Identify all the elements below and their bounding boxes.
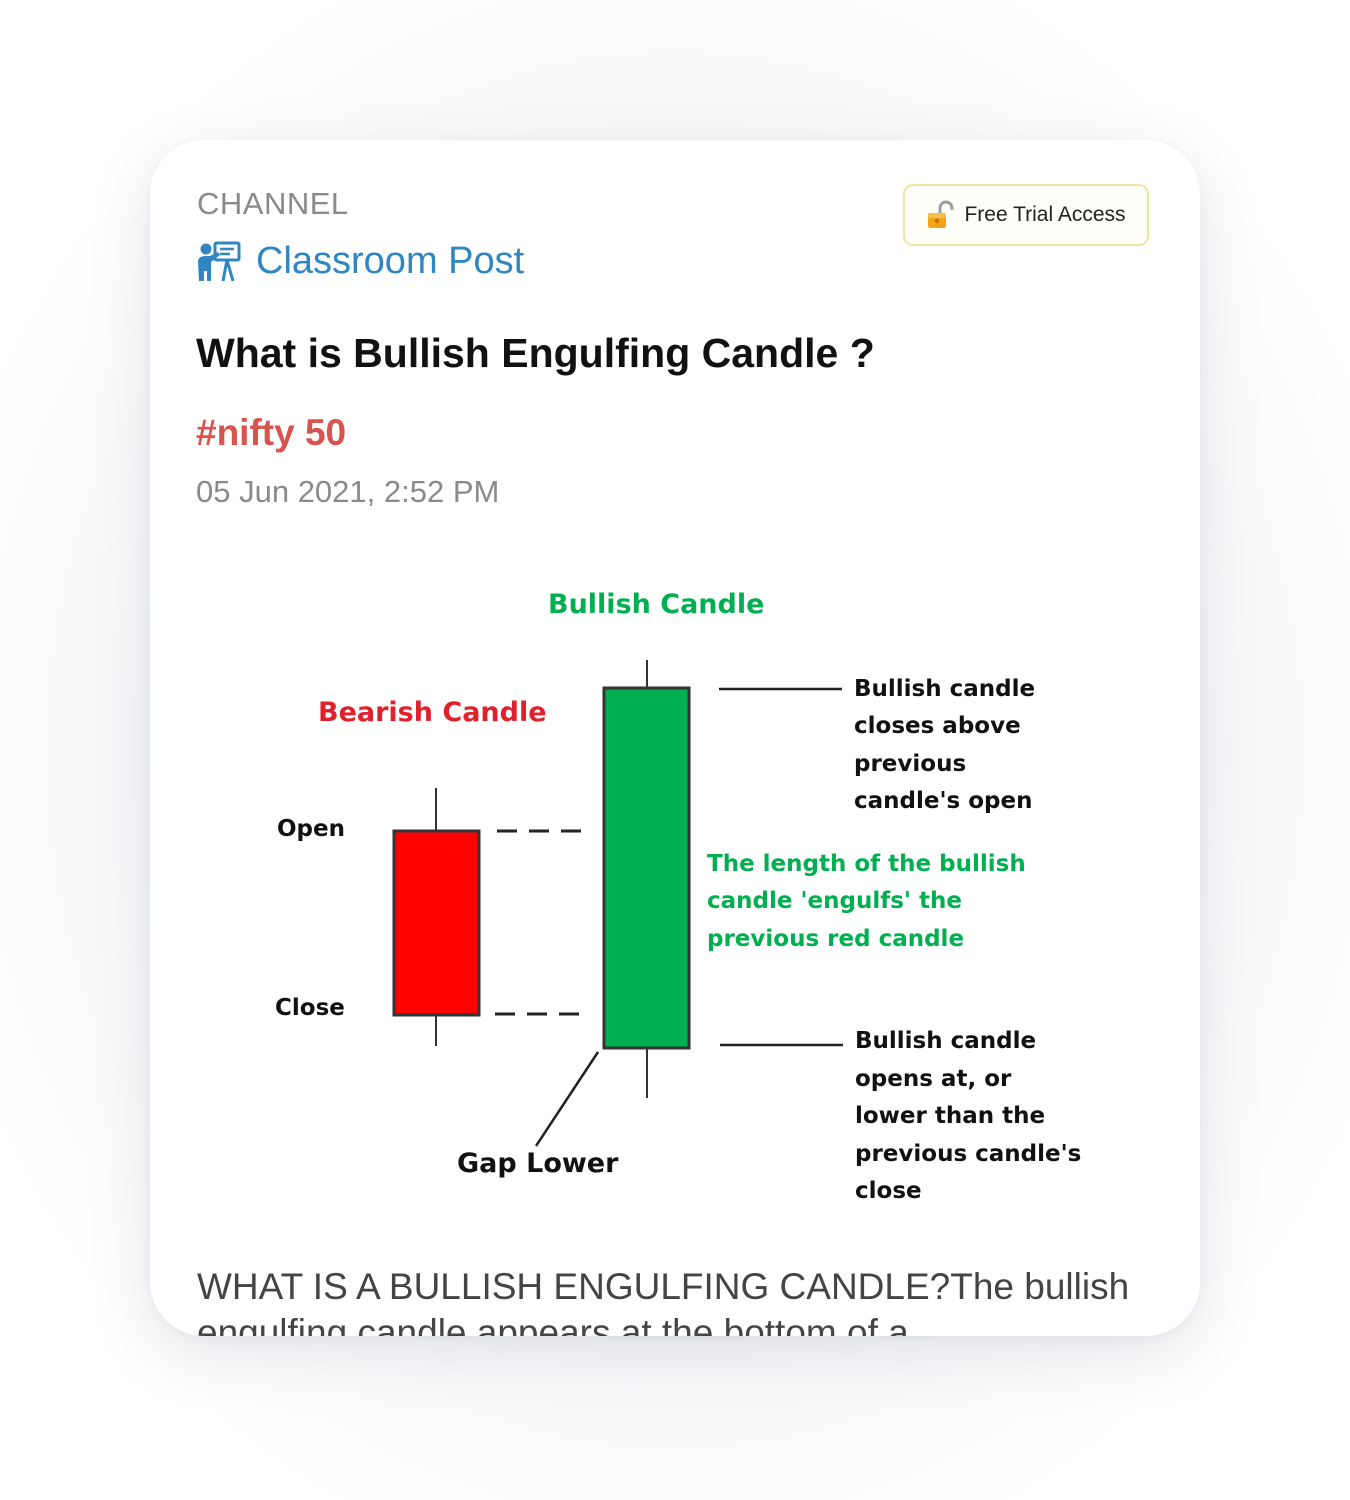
free-trial-label: Free Trial Access bbox=[964, 203, 1126, 226]
channel-link[interactable]: Classroom Post bbox=[196, 240, 524, 283]
post-body-text: WHAT IS A BULLISH ENGULFING CANDLE?The b… bbox=[197, 1266, 1130, 1336]
post-title: What is Bullish Engulfing Candle ? bbox=[196, 330, 875, 376]
channel-name: Classroom Post bbox=[256, 240, 525, 282]
middle-note-line-2: candle 'engulfs' the bbox=[707, 888, 962, 914]
post-card: CHANNEL Classroom Post Free Trial Access bbox=[150, 140, 1200, 1336]
bearish-candle-title: Bearish Candle bbox=[318, 697, 547, 728]
channel-label: CHANNEL bbox=[197, 186, 349, 221]
bottom-note-line-1: Bullish candle bbox=[855, 1028, 1036, 1054]
bottom-note-line-2: opens at, or bbox=[855, 1066, 1012, 1092]
unlocked-padlock-icon bbox=[928, 200, 954, 228]
bottom-note-line-3: lower than the bbox=[855, 1103, 1045, 1129]
gap-lower-label: Gap Lower bbox=[457, 1148, 619, 1179]
open-label: Open bbox=[277, 816, 345, 842]
bullish-candle-title: Bullish Candle bbox=[548, 589, 764, 620]
classroom-teacher-icon bbox=[198, 241, 241, 281]
top-note-line-2: closes above bbox=[854, 713, 1021, 739]
bearish-candle-body bbox=[392, 829, 481, 1017]
gap-pointer-line bbox=[534, 1051, 600, 1147]
bottom-note-line-5: close bbox=[855, 1178, 922, 1204]
middle-note-line-3: previous red candle bbox=[707, 926, 964, 952]
top-note-line-4: candle's open bbox=[854, 788, 1032, 814]
top-note-line-1: Bullish candle bbox=[854, 676, 1035, 702]
page-background: CHANNEL Classroom Post Free Trial Access bbox=[0, 0, 1350, 1500]
bullish-candle-body bbox=[602, 686, 691, 1050]
top-note-line-3: previous bbox=[854, 751, 966, 777]
hashtag-link[interactable]: #nifty 50 bbox=[196, 412, 346, 454]
bottom-note-line-4: previous candle's bbox=[855, 1141, 1081, 1167]
close-label: Close bbox=[275, 995, 345, 1021]
post-timestamp: 05 Jun 2021, 2:52 PM bbox=[196, 474, 500, 509]
engulfing-candle-diagram: Bullish Candle Bearish Candle Open Close bbox=[275, 589, 1081, 1204]
middle-note-line-1: The length of the bullish bbox=[707, 851, 1026, 877]
free-trial-button[interactable]: Free Trial Access bbox=[903, 184, 1149, 246]
